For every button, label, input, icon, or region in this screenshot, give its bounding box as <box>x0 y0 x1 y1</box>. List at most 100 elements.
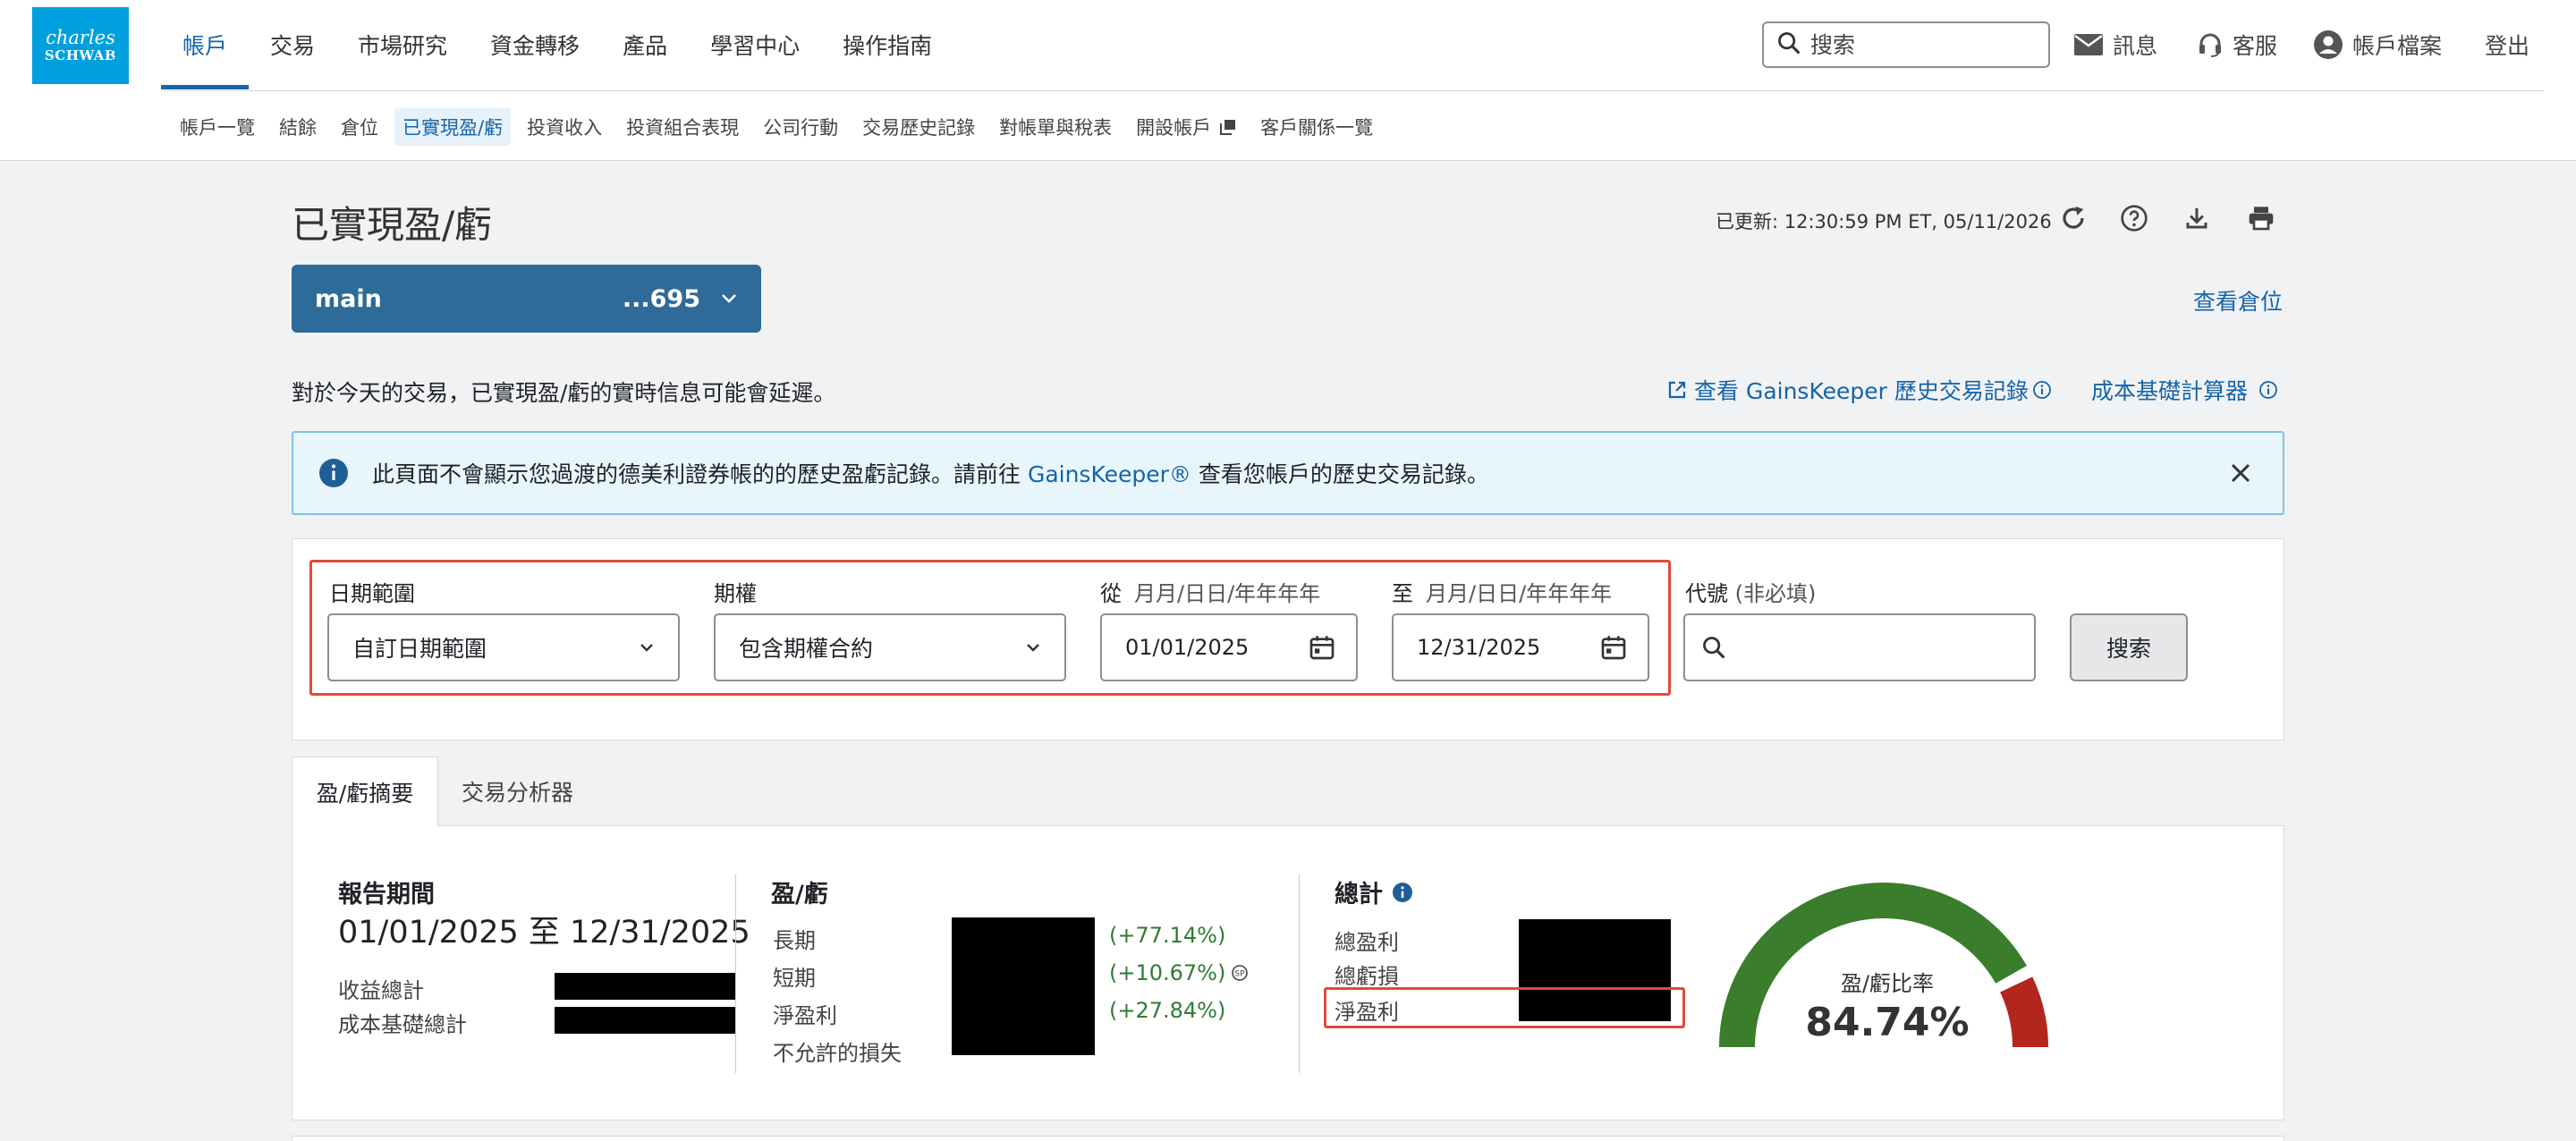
account-selector[interactable]: main ...695 <box>292 265 761 333</box>
subnav-statements[interactable]: 對帳單與稅表 <box>991 108 1120 146</box>
nav-learning[interactable]: 學習中心 <box>689 0 821 89</box>
options-value: 包含期權合約 <box>739 636 874 662</box>
print-icon[interactable] <box>2243 200 2279 236</box>
banner-gainskeeper-link[interactable]: GainsKeeper® <box>1028 461 1191 487</box>
date-range-select[interactable]: 自訂日期範圍 <box>327 613 680 681</box>
tab-trade-analyzer[interactable]: 交易分析器 <box>462 756 573 826</box>
symbol-label: 代號 (非必填) <box>1685 576 1816 607</box>
proceeds-total-label: 收益總計 <box>338 978 424 1003</box>
redacted-gain-loss-values <box>952 917 1095 1055</box>
disallowed-loss-label: 不允許的損失 <box>773 1041 902 1066</box>
nav-trade[interactable]: 交易 <box>249 0 336 89</box>
total-net-gain-label: 淨盈利 <box>1335 1000 1399 1025</box>
total-gain-label: 總盈利 <box>1335 930 1399 955</box>
subnav-open-account[interactable]: 開設帳戶 <box>1128 108 1244 146</box>
external-link-icon <box>1667 380 1687 400</box>
logo-line-1: charles <box>46 27 115 48</box>
download-icon[interactable] <box>2179 200 2215 236</box>
to-label-text: 至 <box>1392 581 1413 606</box>
nav-divider <box>161 90 2544 91</box>
global-search-input[interactable] <box>1810 31 2043 58</box>
calendar-icon[interactable] <box>1308 633 1336 662</box>
next-card-edge <box>292 1136 2284 1141</box>
subnav-positions[interactable]: 倉位 <box>333 108 386 146</box>
support-label: 客服 <box>2233 33 2278 59</box>
nav-transfer[interactable]: 資金轉移 <box>469 0 601 89</box>
chevron-down-icon <box>1025 642 1041 653</box>
symbol-optional-hint: (非必填) <box>1734 581 1817 606</box>
subnav-overview[interactable]: 帳戶一覽 <box>172 108 263 146</box>
banner-message: 此頁面不會顯示您過渡的德美利證券帳的的歷史盈虧記錄。請前往 GainsKeepe… <box>372 457 1489 489</box>
headset-icon <box>2197 31 2224 58</box>
from-date-label: 從月月/日日/年年年年 <box>1100 576 1320 607</box>
subnav-relationships[interactable]: 客戶關係一覽 <box>1252 108 1381 146</box>
redacted-totals-values <box>1519 919 1671 1021</box>
support-link[interactable]: 客服 <box>2197 25 2277 64</box>
options-select[interactable]: 包含期權合約 <box>714 613 1066 681</box>
short-term-label: 短期 <box>773 966 816 991</box>
from-label-text: 從 <box>1100 581 1122 606</box>
profile-link[interactable]: 帳戶檔案 <box>2313 25 2442 64</box>
chevron-down-icon <box>639 642 655 653</box>
logout-link[interactable]: 登出 <box>2485 25 2529 64</box>
nav-products[interactable]: 產品 <box>601 0 689 89</box>
subnav-corporate-actions[interactable]: 公司行動 <box>755 108 846 146</box>
to-date-label: 至月月/日日/年年年年 <box>1392 576 1612 607</box>
external-window-icon <box>1220 119 1236 135</box>
gain-loss-heading: 盈/虧 <box>771 881 828 909</box>
short-term-percent-value: (+10.67%) <box>1109 960 1226 985</box>
calendar-icon[interactable] <box>1599 633 1628 662</box>
subnav-realized-gain-loss[interactable]: 已實現盈/虧 <box>394 108 512 146</box>
subnav-open-account-label: 開設帳戶 <box>1136 117 1212 139</box>
view-positions-link[interactable]: 查看倉位 <box>2193 284 2283 317</box>
search-button[interactable]: 搜索 <box>2070 613 2188 681</box>
from-date-value: 01/01/2025 <box>1125 635 1250 660</box>
subnav-history[interactable]: 交易歷史記錄 <box>854 108 983 146</box>
help-icon[interactable] <box>2116 200 2152 236</box>
sub-nav: 帳戶一覽 結餘 倉位 已實現盈/虧 投資收入 投資組合表現 公司行動 交易歷史記… <box>172 107 1389 147</box>
to-date-value: 12/31/2025 <box>1417 635 1541 660</box>
to-date-input[interactable]: 12/31/2025 <box>1392 613 1649 681</box>
tab-gain-loss-summary[interactable]: 盈/虧摘要 <box>292 756 438 826</box>
account-number: ...695 <box>622 284 700 313</box>
short-term-percent: (+10.67%) SP <box>1109 960 1249 985</box>
logout-label: 登出 <box>2485 33 2530 59</box>
gainskeeper-history-link[interactable]: 查看 GainsKeeper 歷史交易記錄 <box>1667 374 2052 406</box>
global-search[interactable] <box>1762 21 2050 68</box>
banner-text-before: 此頁面不會顯示您過渡的德美利證券帳的的歷史盈虧記錄。請前往 <box>372 461 1028 487</box>
info-icon[interactable] <box>1392 882 1413 903</box>
main-nav: 帳戶 交易 市場研究 資金轉移 產品 學習中心 操作指南 <box>161 0 953 89</box>
account-name: main <box>315 284 382 313</box>
total-loss-label: 總虧損 <box>1335 964 1399 989</box>
symbol-field[interactable] <box>1683 613 2036 681</box>
cost-basis-calculator-link[interactable]: 成本基礎計算器 <box>2091 374 2278 406</box>
column-divider <box>735 875 736 1073</box>
banner-text-after: 查看您帳戶的歷史交易記錄。 <box>1191 461 1489 487</box>
long-term-percent: (+77.14%) <box>1109 923 1226 948</box>
options-label: 期權 <box>714 581 757 606</box>
gainskeeper-link-label: 查看 GainsKeeper 歷史交易記錄 <box>1694 378 2029 404</box>
nav-guide[interactable]: 操作指南 <box>821 0 953 89</box>
report-period-value: 01/01/2025 至 12/31/2025 <box>338 915 750 951</box>
delay-note: 對於今天的交易，已實現盈/虧的實時信息可能會延遲。 <box>292 380 836 406</box>
nav-research[interactable]: 市場研究 <box>336 0 469 89</box>
subnav-balances[interactable]: 結餘 <box>271 108 325 146</box>
nav-accounts[interactable]: 帳戶 <box>161 0 250 89</box>
logo-line-2: SCHWAB <box>44 47 117 63</box>
net-gain-percent: (+27.84%) <box>1109 998 1226 1023</box>
refresh-icon[interactable] <box>2055 200 2091 236</box>
symbol-input[interactable] <box>1739 635 2025 660</box>
last-updated: 已更新: 12:30:59 PM ET, 05/11/2026 <box>1716 211 2052 232</box>
totals-heading: 總計 <box>1335 875 1413 909</box>
close-icon[interactable] <box>2227 460 2254 486</box>
subnav-portfolio-performance[interactable]: 投資組合表現 <box>618 108 747 146</box>
info-banner: 此頁面不會顯示您過渡的德美利證券帳的的歷史盈虧記錄。請前往 GainsKeepe… <box>292 431 2284 515</box>
redacted-cost-basis <box>555 1007 735 1034</box>
subnav-income[interactable]: 投資收入 <box>519 108 610 146</box>
chevron-down-icon <box>720 292 738 305</box>
from-date-input[interactable]: 01/01/2025 <box>1100 613 1358 681</box>
gauge-label: 盈/虧比率 <box>1840 971 1935 996</box>
messages-link[interactable]: 訊息 <box>2073 25 2157 64</box>
date-range-value: 自訂日期範圍 <box>352 636 487 662</box>
top-header: charles SCHWAB 嘉信理財 帳戶 交易 市場研究 資金轉移 產品 學… <box>0 0 2576 161</box>
